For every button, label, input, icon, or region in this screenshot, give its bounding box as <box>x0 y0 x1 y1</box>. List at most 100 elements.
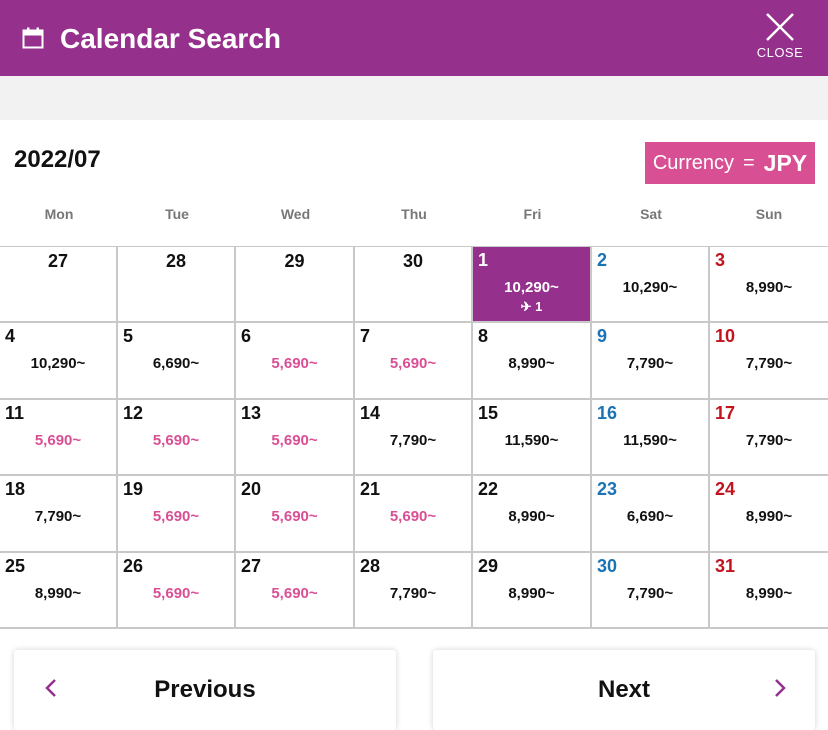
day-number: 12 <box>123 403 144 423</box>
previous-label: Previous <box>154 676 256 703</box>
day-price: 7,790~ <box>34 508 82 525</box>
day-number: 26 <box>123 556 144 576</box>
calendar-day[interactable]: 27 5,690~ <box>236 553 355 629</box>
header-bar: Calendar Search CLOSE <box>0 0 828 76</box>
calendar-day[interactable]: 30 7,790~ <box>592 553 710 629</box>
day-number: 13 <box>241 403 262 423</box>
day-number: 10 <box>715 326 736 346</box>
calendar-day[interactable]: 5 6,690~ <box>118 323 236 400</box>
day-price: 8,990~ <box>745 279 793 296</box>
day-number: 16 <box>597 403 618 423</box>
calendar-day[interactable]: 2 10,290~ <box>592 247 710 323</box>
day-price: 5,690~ <box>34 432 82 449</box>
day-price: 7,790~ <box>389 585 437 602</box>
day-number: 28 <box>165 251 187 271</box>
calendar-day[interactable]: 12 5,690~ <box>118 400 236 476</box>
chevron-right-icon <box>775 679 786 697</box>
calendar-day[interactable]: 29 8,990~ <box>473 553 592 629</box>
day-price: 5,690~ <box>271 355 318 372</box>
calendar-day[interactable]: 3 8,990~ <box>710 247 828 323</box>
calendar-day[interactable]: 21 5,690~ <box>355 476 473 553</box>
close-icon <box>766 13 794 41</box>
day-price: 5,690~ <box>152 585 200 602</box>
toolbar-band <box>0 76 828 120</box>
weekday-label: Sat <box>640 206 662 222</box>
currency-code: JPY <box>763 149 808 176</box>
calendar-day[interactable]: 16 11,590~ <box>592 400 710 476</box>
day-number: 18 <box>5 479 26 499</box>
day-price: 8,990~ <box>508 508 555 525</box>
day-number: 30 <box>402 251 424 271</box>
day-price: 8,990~ <box>34 585 82 602</box>
previous-month-button[interactable]: Previous <box>14 650 396 730</box>
day-number: 7 <box>360 326 371 346</box>
calendar-day[interactable]: 6 5,690~ <box>236 323 355 400</box>
day-price: 5,690~ <box>152 432 200 449</box>
calendar-grid: 27 28 29 30 1 10,290~ ✈ 1 2 10,290~ 3 8,990~ 4 10,29… <box>0 246 828 629</box>
day-price: 5,690~ <box>389 508 437 525</box>
calendar-day[interactable]: 4 10,290~ <box>0 323 118 400</box>
calendar-day[interactable]: 14 7,790~ <box>355 400 473 476</box>
calendar-day[interactable]: 15 11,590~ <box>473 400 592 476</box>
calendar-day[interactable]: 23 6,690~ <box>592 476 710 553</box>
day-number: 20 <box>241 479 262 499</box>
calendar-day-prev-month: 27 <box>0 247 118 323</box>
day-price: 10,290~ <box>622 279 678 296</box>
day-number: 11 <box>5 403 25 423</box>
day-number: 23 <box>597 479 618 499</box>
calendar-day[interactable]: 8 8,990~ <box>473 323 592 400</box>
day-number: 17 <box>715 403 736 423</box>
day-price: 10,290~ <box>30 355 86 372</box>
calendar-day[interactable]: 9 7,790~ <box>592 323 710 400</box>
calendar-day[interactable]: 7 5,690~ <box>355 323 473 400</box>
weekday-label: Thu <box>401 206 427 222</box>
day-price: 7,790~ <box>626 355 674 372</box>
currency-label: Currency <box>652 151 734 174</box>
calendar-day[interactable]: 24 8,990~ <box>710 476 828 553</box>
calendar-day[interactable]: 17 7,790~ <box>710 400 828 476</box>
close-button[interactable]: CLOSE <box>752 12 808 66</box>
calendar-day[interactable]: 28 7,790~ <box>355 553 473 629</box>
day-price: 7,790~ <box>745 432 793 449</box>
day-number: 25 <box>5 556 26 576</box>
day-price: 8,990~ <box>508 585 555 602</box>
day-number: 29 <box>478 556 499 576</box>
calendar-day[interactable]: 26 5,690~ <box>118 553 236 629</box>
day-number: 21 <box>360 479 381 499</box>
calendar-day[interactable]: 31 8,990~ <box>710 553 828 629</box>
day-price: 6,690~ <box>152 355 200 372</box>
weekday-header: Mon Tue Wed Thu Fri Sat Sun <box>0 206 828 226</box>
currency-button[interactable]: Currency = JPY <box>645 142 815 184</box>
day-price: 8,990~ <box>508 355 555 372</box>
day-price: 8,990~ <box>745 508 793 525</box>
day-number: 6 <box>241 326 252 346</box>
weekday-label: Mon <box>44 206 74 222</box>
calendar-day[interactable]: 10 7,790~ <box>710 323 828 400</box>
day-price: 7,790~ <box>626 585 674 602</box>
calendar-day[interactable]: 11 5,690~ <box>0 400 118 476</box>
day-number: 24 <box>715 479 736 499</box>
next-label: Next <box>597 676 651 703</box>
day-number: 22 <box>478 479 499 499</box>
day-number: 29 <box>284 251 305 271</box>
day-number: 15 <box>478 403 499 423</box>
day-number: 14 <box>360 403 381 423</box>
day-number: 27 <box>241 556 262 576</box>
day-price: 10,290~ <box>504 279 559 296</box>
calendar-day[interactable]: 22 8,990~ <box>473 476 592 553</box>
next-month-button[interactable]: Next <box>433 650 815 730</box>
weekday-label: Fri <box>523 206 542 222</box>
month-title: 2022/07 <box>14 146 101 173</box>
calendar-day[interactable]: 25 8,990~ <box>0 553 118 629</box>
calendar-day-prev-month: 28 <box>118 247 236 323</box>
calendar-day-prev-month: 29 <box>236 247 355 323</box>
calendar-day[interactable]: 13 5,690~ <box>236 400 355 476</box>
calendar-day[interactable]: 18 7,790~ <box>0 476 118 553</box>
day-price: 8,990~ <box>745 585 793 602</box>
day-price: 5,690~ <box>271 432 318 449</box>
calendar-day[interactable]: 19 5,690~ <box>118 476 236 553</box>
currency-equals: = <box>742 151 755 174</box>
calendar-day[interactable]: 1 10,290~ ✈ 1 <box>473 247 592 323</box>
calendar-day[interactable]: 20 5,690~ <box>236 476 355 553</box>
day-number: 27 <box>47 251 69 271</box>
